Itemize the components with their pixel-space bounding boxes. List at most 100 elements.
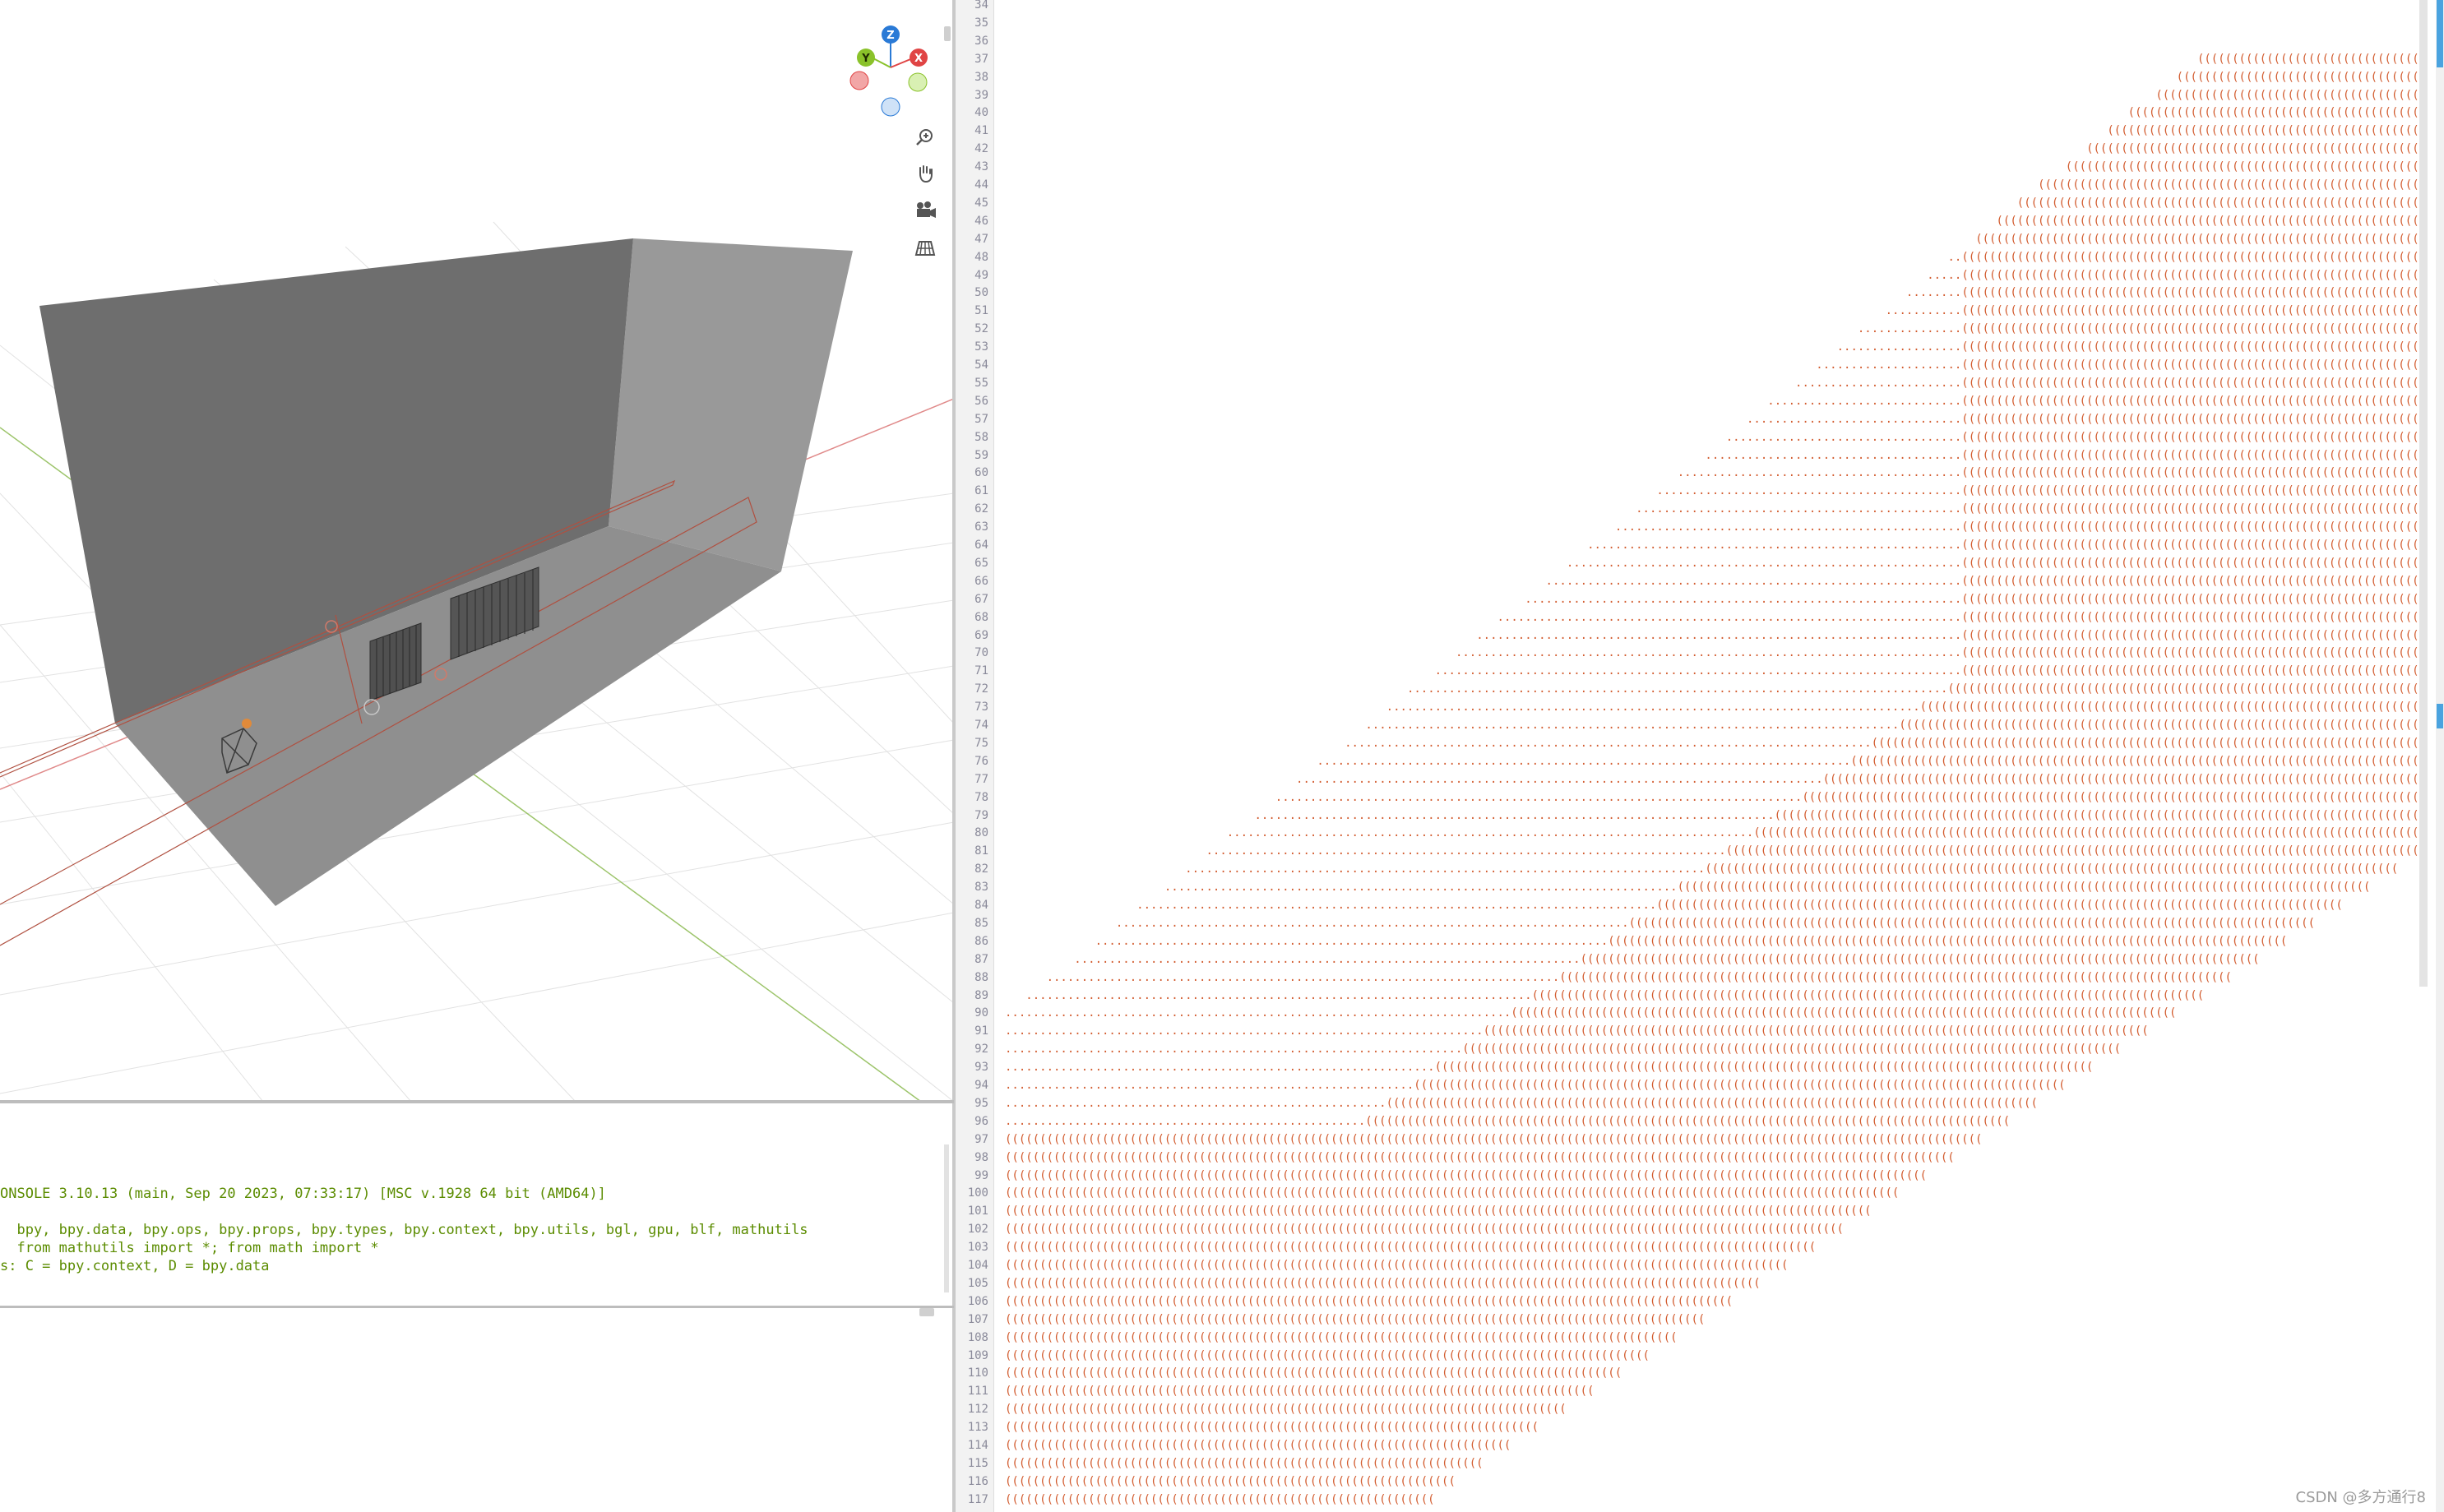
line-number: 39 xyxy=(974,88,988,102)
ascii-art-row: ((((((((((((((((((((((((((((((((((((((((… xyxy=(1005,1474,1456,1488)
zoom-icon[interactable] xyxy=(913,125,937,150)
line-number: 47 xyxy=(974,232,988,246)
ascii-art-row: ........................................… xyxy=(1275,790,2426,804)
ascii-art-row: ........................................… xyxy=(1206,844,2426,858)
console-scrollbar[interactable] xyxy=(944,1144,949,1292)
hand-pan-icon[interactable] xyxy=(913,161,937,186)
ascii-art-row: ((((((((((((((((((((((((((((((((((((((((… xyxy=(1005,1223,1844,1237)
ascii-art-row: ........................................… xyxy=(1497,610,2426,624)
ascii-art-row: ........................................… xyxy=(1005,1061,2094,1075)
line-number: 53 xyxy=(974,340,988,354)
svg-text:Y: Y xyxy=(861,53,870,65)
line-number: 99 xyxy=(974,1168,988,1182)
ascii-art-row: ........................................… xyxy=(1587,539,2426,552)
ascii-art-row: ........................................… xyxy=(1115,916,2316,930)
line-number: 51 xyxy=(974,304,988,318)
grid-icon[interactable] xyxy=(913,235,937,260)
ascii-art-row: ........................................… xyxy=(1005,1114,2011,1128)
line-number: 88 xyxy=(974,970,988,984)
line-number: 46 xyxy=(974,214,988,228)
navigation-gizmo[interactable]: Z Y X xyxy=(842,18,939,118)
ascii-art-row: ((((((((((((((((((((((((((((((((((((((((… xyxy=(1005,1456,1484,1470)
line-number: 100 xyxy=(967,1186,988,1200)
line-number: 113 xyxy=(967,1421,988,1435)
ascii-art-row: ........................................… xyxy=(1185,862,2399,876)
area-corner-handle[interactable] xyxy=(919,1308,934,1316)
line-number: 98 xyxy=(974,1150,988,1164)
ascii-art-row: ........................................… xyxy=(1164,881,2371,895)
ascii-art-row: ..................................((((((… xyxy=(1725,430,2427,444)
gizmo-neg-y xyxy=(908,72,928,92)
ascii-art-row: ((((((((((((((((((((((((((((((((((((((((… xyxy=(2065,160,2427,174)
ascii-art-row: (((((((((((((((((((((((((((((((((((( xyxy=(2176,70,2427,84)
camera-icon[interactable] xyxy=(913,197,937,222)
line-number: 96 xyxy=(974,1114,988,1128)
line-number: 93 xyxy=(974,1061,988,1075)
line-number: 70 xyxy=(974,646,988,660)
watermark: CSDN @多方通行8 xyxy=(2295,1489,2427,1506)
text-editor[interactable]: 34 35 36 37 38 39 40 41 42 43 44 45 46 47 48 49 50 51 52 53… xyxy=(956,0,2444,1512)
viewport-scroll-handle[interactable] xyxy=(944,26,951,41)
ascii-art-row: ........................................… xyxy=(1525,592,2426,606)
line-number-gutter: 34 35 36 37 38 39 40 41 42 43 44 45 46 47 48 49 50 51 52 53… xyxy=(956,0,994,1512)
line-number: 83 xyxy=(974,881,988,895)
ascii-art-row: ........................................… xyxy=(1254,808,2426,822)
line-number: 90 xyxy=(974,1006,988,1020)
ascii-art-row: ........................................… xyxy=(1386,701,2426,714)
ascii-art-row: ((((((((((((((((((((((((((((((((((((((((… xyxy=(2038,178,2427,192)
ascii-art-row: ((((((((((((((((((((((((((((((((((((((((… xyxy=(1005,1241,1817,1255)
line-number: 50 xyxy=(974,286,988,300)
ascii-art-row: ........................................… xyxy=(1566,556,2426,570)
ascii-art-row: ((((((((((((((((((((((((((((((((((((((( xyxy=(2155,88,2427,102)
ascii-art-row: ((((((((((((((((((((((((((((((((((((((((… xyxy=(1996,214,2427,228)
line-number: 94 xyxy=(974,1079,988,1092)
3d-viewport[interactable]: Z Y X xyxy=(0,0,954,1102)
line-number: 81 xyxy=(974,844,988,858)
python-console[interactable]: ONSOLE 3.10.13 (main, Sep 20 2023, 07:33… xyxy=(0,1103,952,1306)
ascii-art-row: ((((((((((((((((((((((((((((((((((((((((… xyxy=(1005,1205,1872,1218)
ascii-art-row: ((((((((((((((((((((((((((((((((((((((((… xyxy=(1005,1150,1955,1164)
line-number: 78 xyxy=(974,790,988,804)
line-number: 54 xyxy=(974,358,988,372)
ascii-art-row: ..((((((((((((((((((((((((((((((((((((((… xyxy=(1947,250,2427,264)
line-number: 66 xyxy=(974,574,988,588)
line-number: 71 xyxy=(974,664,988,678)
ascii-art-row: ........................................… xyxy=(1317,754,2426,768)
line-number: 72 xyxy=(974,682,988,696)
line-number: 95 xyxy=(974,1096,988,1110)
line-number: 82 xyxy=(974,862,988,876)
line-number: 68 xyxy=(974,610,988,624)
ascii-art-row: ((((((((((((((((((((((((((((((((((((((((… xyxy=(1005,1492,1435,1506)
editor-scrollbar[interactable] xyxy=(2419,0,2428,987)
line-number: 37 xyxy=(974,52,988,66)
scene-render[interactable] xyxy=(0,0,954,1102)
ascii-art-row: ........................................… xyxy=(1136,899,2343,912)
line-number: 48 xyxy=(974,250,988,264)
line-number: 80 xyxy=(974,826,988,840)
ascii-art-row: ((((((((((((((((((((((((((((((((((((((((… xyxy=(1975,232,2427,246)
line-number: 67 xyxy=(974,592,988,606)
line-number: 87 xyxy=(974,952,988,966)
line-number: 77 xyxy=(974,772,988,786)
svg-text:Z: Z xyxy=(886,30,894,42)
ascii-art-row: ........................................… xyxy=(1046,970,2232,984)
gizmo-neg-z xyxy=(881,97,900,117)
edge-indicator xyxy=(2437,704,2443,728)
ascii-art-row: ........................................… xyxy=(1345,736,2426,750)
ascii-art-row: ((((((((((((((((((((((((((((((((((((((((… xyxy=(2107,124,2427,138)
line-number: 56 xyxy=(974,394,988,408)
line-number: 45 xyxy=(974,196,988,210)
svg-text:X: X xyxy=(914,53,923,65)
line-number: 84 xyxy=(974,899,988,912)
empty-editor-area[interactable] xyxy=(0,1308,952,1512)
line-number: 114 xyxy=(967,1439,988,1452)
line-number: 89 xyxy=(974,988,988,1002)
box-side-face xyxy=(609,238,853,571)
ascii-art-row: ((((((((((((((((((((((((((((((((((((((((… xyxy=(1005,1259,1789,1272)
ascii-art-row: ........................................… xyxy=(1296,772,2426,786)
ascii-art-row: ........................................… xyxy=(1636,502,2426,516)
ascii-art-row: ((((((((((((((((((((((((((((((((((((((((… xyxy=(1005,1186,1900,1200)
line-number: 101 xyxy=(967,1205,988,1218)
console-line: s: C = bpy.context, D = bpy.data xyxy=(0,1258,270,1274)
ascii-art-row: ((((((((((((((((((((((((((((((((((((((((… xyxy=(2016,196,2427,210)
